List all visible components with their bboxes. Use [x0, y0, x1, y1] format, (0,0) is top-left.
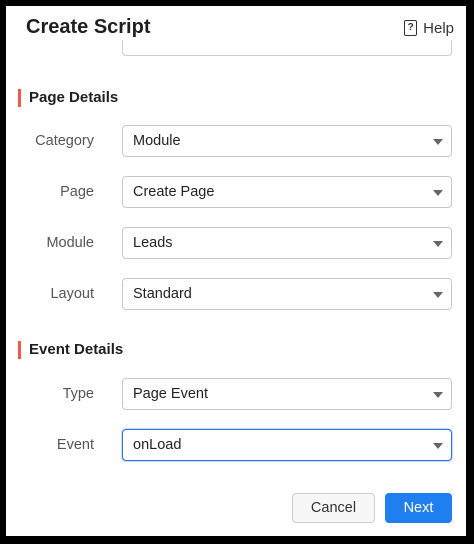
- scrolled-field-bottom[interactable]: [122, 40, 452, 56]
- next-button[interactable]: Next: [385, 493, 452, 523]
- dialog-title: Create Script: [26, 16, 151, 38]
- label-layout: Layout: [50, 286, 94, 302]
- chevron-down-icon: [433, 443, 443, 449]
- page-value: Create Page: [133, 184, 215, 200]
- help-label: Help: [423, 19, 454, 37]
- event-select[interactable]: onLoad: [122, 429, 452, 461]
- module-value: Leads: [133, 235, 173, 251]
- page-select[interactable]: Create Page: [122, 176, 452, 208]
- section-title-event-details: Event Details: [18, 341, 123, 359]
- module-select[interactable]: Leads: [122, 227, 452, 259]
- type-value: Page Event: [133, 386, 208, 402]
- event-value: onLoad: [133, 437, 182, 453]
- type-select[interactable]: Page Event: [122, 378, 452, 410]
- layout-value: Standard: [133, 286, 192, 302]
- category-select[interactable]: Module: [122, 125, 452, 157]
- label-event: Event: [56, 437, 94, 453]
- chevron-down-icon: [433, 392, 443, 398]
- chevron-down-icon: [433, 190, 443, 196]
- label-page: Page: [60, 184, 94, 200]
- layout-select[interactable]: Standard: [122, 278, 452, 310]
- section-title-page-details: Page Details: [18, 89, 118, 107]
- help-link[interactable]: ? Help: [404, 18, 454, 38]
- label-module: Module: [46, 235, 94, 251]
- chevron-down-icon: [433, 292, 443, 298]
- create-script-dialog: Create Script ? Help Page Details Catego…: [6, 6, 466, 536]
- chevron-down-icon: [433, 241, 443, 247]
- cancel-button[interactable]: Cancel: [292, 493, 375, 523]
- category-value: Module: [133, 133, 181, 149]
- label-type: Type: [62, 386, 94, 402]
- label-category: Category: [35, 133, 94, 149]
- help-icon: ?: [404, 20, 418, 36]
- chevron-down-icon: [433, 139, 443, 145]
